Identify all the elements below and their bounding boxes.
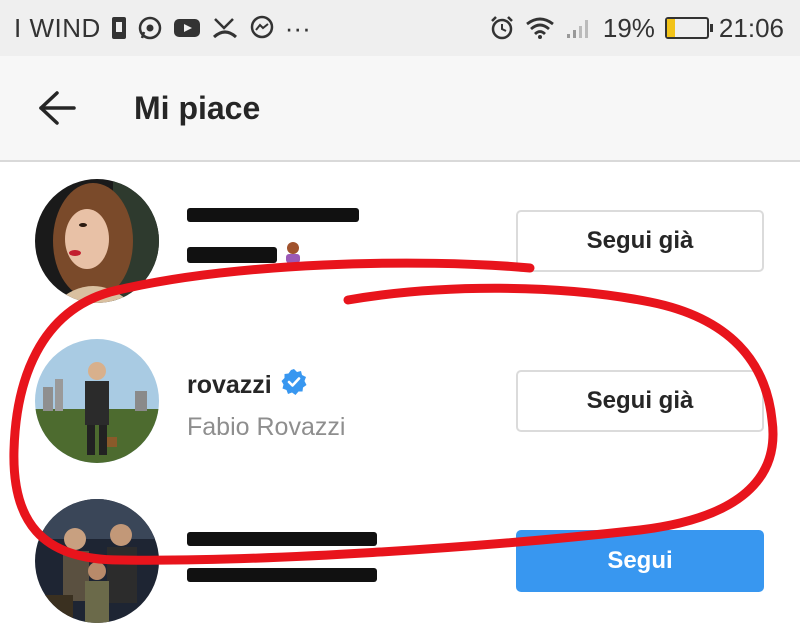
more-notifications-indicator: ··· xyxy=(284,12,311,43)
avatar[interactable] xyxy=(35,499,159,623)
redacted-fullname xyxy=(187,246,277,263)
status-bar-right: 19% 21:06 xyxy=(489,13,784,44)
user-names xyxy=(187,532,377,582)
like-row[interactable]: Segui già xyxy=(0,164,800,314)
clock: 21:06 xyxy=(718,12,784,43)
emoji-icon xyxy=(281,240,305,269)
back-button[interactable] xyxy=(22,78,92,138)
redacted-username xyxy=(187,208,359,222)
user-names xyxy=(187,208,359,269)
full-name: Fabio Rovazzi xyxy=(187,413,346,441)
wifi-icon xyxy=(525,16,555,40)
messenger-icon xyxy=(249,15,275,41)
missed-call-icon xyxy=(211,15,239,41)
app-bar: Mi piace xyxy=(0,56,800,162)
arrow-back-icon xyxy=(39,91,76,125)
redacted-fullname xyxy=(187,568,377,582)
redacted-fullname-group xyxy=(187,240,359,269)
username[interactable]: rovazzi xyxy=(187,371,272,400)
status-bar: I WIND ··· 19% 21:06 xyxy=(0,0,800,56)
whatsapp-icon xyxy=(137,15,163,41)
battery-level-fill xyxy=(666,19,675,37)
carrier-label: I WIND xyxy=(14,12,101,43)
youtube-icon xyxy=(173,17,201,39)
battery-icon xyxy=(664,17,713,39)
status-bar-left: I WIND ··· xyxy=(14,13,311,44)
like-row[interactable]: rovazzi Fabio Rovazzi Segui già xyxy=(0,324,800,474)
page-title: Mi piace xyxy=(134,89,261,126)
signal-icon xyxy=(565,16,593,40)
following-button[interactable]: Segui già xyxy=(516,370,764,432)
avatar[interactable] xyxy=(35,339,159,463)
user-names: rovazzi Fabio Rovazzi xyxy=(187,368,345,442)
following-button[interactable]: Segui già xyxy=(516,210,764,272)
username-row: rovazzi xyxy=(187,368,345,403)
battery-percent: 19% xyxy=(602,12,655,43)
avatar[interactable] xyxy=(35,179,159,303)
sim-card-icon xyxy=(111,16,127,40)
verified-badge-icon xyxy=(280,368,308,403)
redacted-username xyxy=(187,532,377,546)
like-row[interactable]: Segui xyxy=(0,484,800,632)
alarm-icon xyxy=(489,15,515,41)
follow-button[interactable]: Segui xyxy=(516,530,764,592)
